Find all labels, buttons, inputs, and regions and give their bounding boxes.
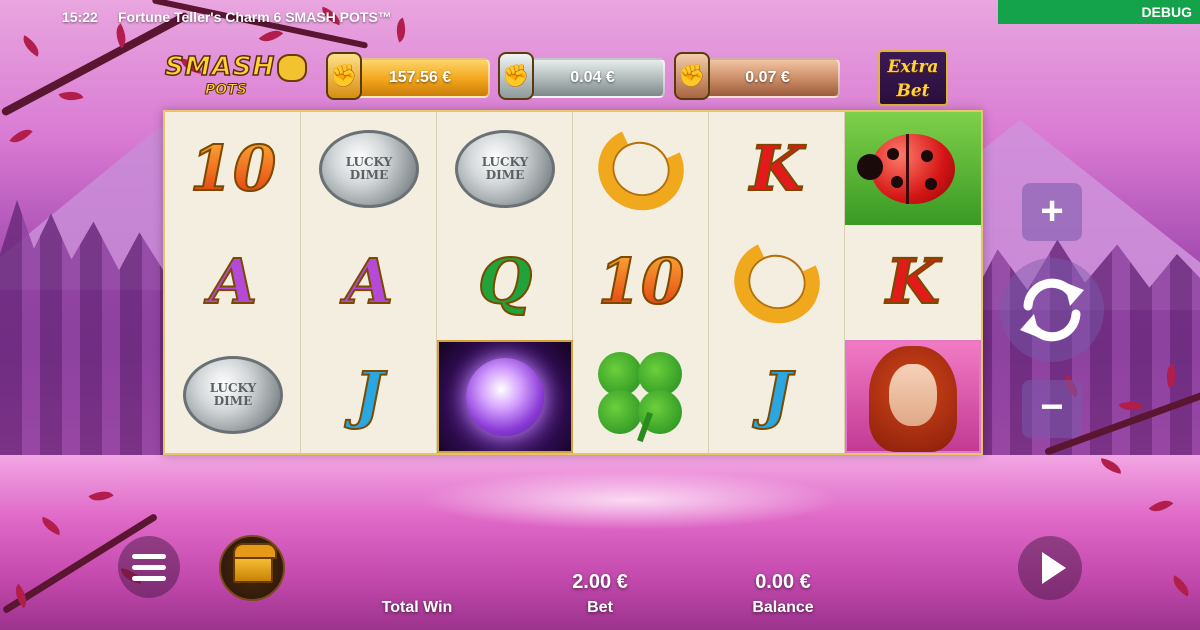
reel-1: 10 A LUCKY DIME (165, 112, 301, 453)
symbol-k: K (749, 131, 805, 206)
game-title: Fortune Teller's Charm 6 SMASH POTS™ (118, 9, 392, 25)
symbol-q: Q (477, 244, 533, 319)
logo-sub: POTS (205, 82, 248, 99)
horseshoe-icon (586, 115, 696, 222)
reel-5: K J (709, 112, 845, 453)
lucky-dime-coin-icon: LUCKY DIME (455, 129, 555, 208)
symbol-horseshoe (709, 225, 845, 338)
symbol-a: A (344, 244, 394, 319)
crystal-ball-icon (466, 357, 544, 436)
lake-shine (420, 470, 840, 530)
total-win-label: Total Win (381, 599, 453, 616)
reel-2: LUCKY DIME A J (301, 112, 437, 453)
horseshoe-icon (722, 228, 832, 335)
menu-button[interactable] (118, 536, 180, 598)
bet-increase-button[interactable]: + (1022, 183, 1082, 241)
smash-pots-logo: SMASH POTS (164, 51, 310, 104)
four-leaf-clover-icon (596, 350, 686, 442)
symbol-10: 10 (597, 244, 685, 319)
symbol-coin: LUCKY DIME (165, 338, 301, 451)
debug-badge[interactable]: DEBUG (998, 0, 1200, 24)
treasure-chest-icon (233, 543, 277, 583)
bet-decrease-button[interactable]: − (1022, 380, 1082, 438)
symbol-ladybug (845, 112, 981, 225)
symbol-coin: LUCKY DIME (301, 112, 437, 225)
jackpot-bronze: 0.07 € (695, 58, 840, 98)
bronze-fist-icon: ✊ (674, 52, 710, 100)
jackpot-silver: 0.04 € (520, 58, 665, 98)
extra-bet-button[interactable]: Extra Bet (878, 50, 948, 106)
symbol-10: 10 (189, 131, 277, 206)
balance-label: Balance (752, 599, 814, 616)
reel-6: K (845, 112, 981, 453)
symbol-j: J (353, 357, 384, 432)
spin-play-button[interactable] (1018, 536, 1082, 600)
jackpot-gold: 157.56 € (350, 58, 490, 98)
treasure-chest-button[interactable] (219, 535, 285, 601)
extra-bet-line2: Bet (896, 81, 930, 101)
extra-bet-line1: Extra (887, 57, 939, 77)
status-time: 15:22 (62, 9, 98, 25)
symbol-a: A (208, 244, 258, 319)
bet-value: 2.00 € (572, 571, 628, 593)
lucky-dime-coin-icon: LUCKY DIME (183, 355, 283, 434)
symbol-j: J (761, 357, 792, 432)
symbol-horseshoe (573, 112, 709, 225)
logo-word: SMASH (164, 51, 276, 83)
reel-grid: 10 A LUCKY DIME LUCKY DIME A J LUCKY DIME Q… (163, 110, 983, 455)
fist-icon (277, 54, 307, 82)
balance-value: 0.00 € (755, 571, 811, 593)
hamburger-icon (132, 553, 166, 559)
reel-3: LUCKY DIME Q (437, 112, 573, 453)
reel-4: 10 (573, 112, 709, 453)
symbol-fortune-teller (845, 340, 981, 453)
bet-label: Bet (587, 599, 613, 616)
spin-refresh-icon[interactable] (1010, 268, 1094, 352)
symbol-crystal-ball (437, 340, 573, 453)
symbol-coin: LUCKY DIME (437, 112, 573, 225)
ladybug-icon (857, 133, 955, 204)
symbol-clover (573, 338, 709, 451)
symbol-k: K (885, 244, 941, 319)
gold-fist-icon: ✊ (326, 52, 362, 100)
fortune-teller-portrait (863, 342, 963, 452)
silver-fist-icon: ✊ (498, 52, 534, 100)
lucky-dime-coin-icon: LUCKY DIME (319, 129, 419, 208)
